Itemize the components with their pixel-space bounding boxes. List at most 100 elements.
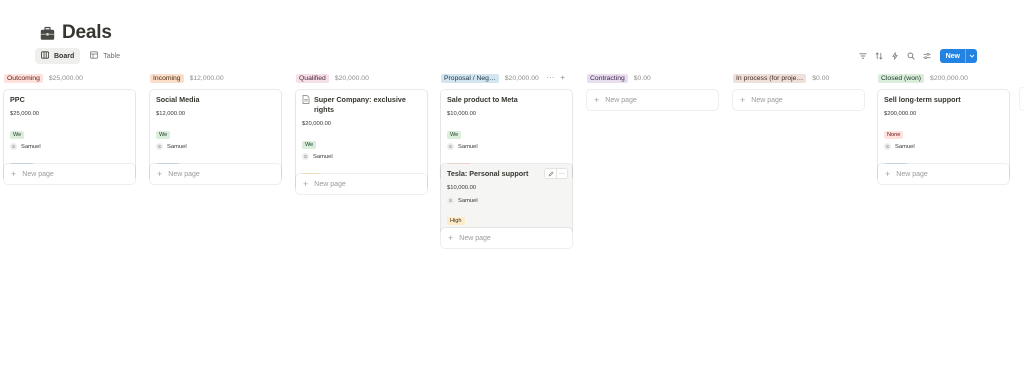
column-header[interactable]: In process (for proje… $0.00 bbox=[729, 70, 861, 86]
edit-icon[interactable] bbox=[545, 169, 556, 178]
plus-icon[interactable]: + bbox=[560, 73, 565, 82]
new-page-label: New page bbox=[751, 96, 783, 104]
team-tag: We bbox=[447, 131, 462, 139]
avatar: S bbox=[10, 143, 17, 150]
board-column: Contracting $0.00 + New page bbox=[583, 70, 718, 370]
column-status-tag: Outcoming bbox=[4, 73, 43, 83]
column-status-tag: Closed (won) bbox=[878, 73, 925, 83]
owner-name: Samuel bbox=[21, 143, 41, 150]
column-header[interactable]: Qualified $20,000.00 bbox=[292, 70, 424, 86]
board-column: Incoming $12,000.00 Social Media $12,000.00… bbox=[146, 70, 281, 370]
settings-icon[interactable] bbox=[922, 51, 932, 61]
avatar: S bbox=[884, 143, 891, 150]
card-owner: S Samuel bbox=[156, 143, 276, 150]
board-column: In process (for proje… $0.00 + New page bbox=[729, 70, 864, 370]
card-owner: S Samuel bbox=[884, 143, 1004, 150]
column-sum: $12,000.00 bbox=[189, 74, 224, 82]
board-column: Proposal / Neg… $20,000.00 ··· + Sale produc… bbox=[437, 70, 572, 370]
tab-board[interactable]: Board bbox=[35, 48, 81, 64]
card-amount: $200,000.00 bbox=[884, 111, 917, 117]
new-page-label: New page bbox=[896, 170, 928, 178]
card-amount: $10,000.00 bbox=[447, 185, 477, 191]
next-column-edge bbox=[1020, 88, 1024, 110]
new-page-button[interactable]: + New page bbox=[733, 90, 864, 110]
more-icon[interactable]: ··· bbox=[546, 73, 554, 82]
plus-icon: + bbox=[740, 94, 746, 105]
new-page-label: New page bbox=[605, 96, 637, 104]
plus-icon: + bbox=[303, 178, 309, 189]
card-amount: $20,000.00 bbox=[302, 121, 332, 127]
card-title-text: Super Company: exclusive rights bbox=[314, 95, 406, 114]
board-column: Closed (won) $200,000.00 Sell long-term su… bbox=[874, 70, 1009, 370]
team-tag: We bbox=[10, 131, 25, 139]
automation-icon[interactable] bbox=[890, 51, 900, 61]
table-icon bbox=[90, 51, 99, 61]
column-sum: $0.00 bbox=[812, 74, 830, 82]
column-status-tag: Incoming bbox=[150, 73, 184, 83]
new-page-button[interactable]: + New page bbox=[150, 164, 281, 184]
avatar: S bbox=[302, 153, 309, 160]
owner-name: Samuel bbox=[895, 143, 915, 150]
deal-card[interactable]: Tesla: Personal support $10,000.00 S Samuel… bbox=[441, 164, 572, 234]
card-owner: S Samuel bbox=[447, 197, 567, 204]
column-status-tag: In process (for proje… bbox=[733, 73, 807, 83]
sort-icon[interactable] bbox=[874, 51, 884, 61]
card-title-text: Social Media bbox=[156, 95, 200, 104]
avatar: S bbox=[447, 197, 454, 204]
card-title: PPC bbox=[10, 95, 130, 105]
plus-icon: + bbox=[885, 168, 891, 179]
page-title: Deals bbox=[62, 22, 112, 43]
column-header[interactable]: Outcoming $25,000.00 bbox=[0, 70, 132, 86]
column-status-tag: Qualified bbox=[296, 73, 329, 83]
board-column: Qualified $20,000.00 Super Company: exclus… bbox=[292, 70, 427, 370]
avatar: S bbox=[156, 143, 163, 150]
team-tag: None bbox=[884, 131, 904, 139]
new-page-button[interactable]: + New page bbox=[4, 164, 135, 184]
column-status-tag: Proposal / Neg… bbox=[441, 73, 499, 83]
owner-name: Samuel bbox=[458, 143, 478, 150]
card-title: Sell long-term support bbox=[884, 95, 1004, 105]
card-title-text: Tesla: Personal support bbox=[447, 169, 529, 178]
tab-table-label: Table bbox=[103, 52, 120, 60]
card-title-text: Sale product to Meta bbox=[447, 95, 518, 104]
owner-name: Samuel bbox=[167, 143, 187, 150]
plus-icon: + bbox=[594, 94, 600, 105]
card-title-text: Sell long-term support bbox=[884, 95, 961, 104]
new-page-button[interactable]: + New page bbox=[441, 228, 572, 248]
card-owner: S Samuel bbox=[10, 143, 130, 150]
plus-icon: + bbox=[157, 168, 163, 179]
chevron-down-icon[interactable] bbox=[965, 49, 977, 63]
tab-board-label: Board bbox=[54, 52, 75, 60]
briefcase-icon bbox=[40, 26, 55, 41]
new-page-label: New page bbox=[168, 170, 200, 178]
new-page-button[interactable]: + New page bbox=[878, 164, 1009, 184]
column-header[interactable]: Contracting $0.00 bbox=[583, 70, 715, 86]
column-header[interactable]: Closed (won) $200,000.00 bbox=[874, 70, 1006, 86]
more-icon[interactable]: ··· bbox=[556, 169, 567, 178]
new-page-button[interactable]: + New page bbox=[587, 90, 718, 110]
card-title: Super Company: exclusive rights bbox=[302, 95, 422, 115]
new-button-label: New bbox=[945, 52, 960, 60]
card-owner: S Samuel bbox=[302, 153, 422, 160]
column-header[interactable]: Proposal / Neg… $20,000.00 ··· + bbox=[437, 70, 569, 86]
card-hover-actions: ··· bbox=[544, 168, 568, 179]
plus-icon: + bbox=[448, 232, 454, 243]
column-sum: $20,000.00 bbox=[334, 74, 369, 82]
owner-name: Samuel bbox=[458, 197, 478, 204]
column-header[interactable]: Incoming $12,000.00 bbox=[146, 70, 278, 86]
search-icon[interactable] bbox=[906, 51, 916, 61]
column-sum: $25,000.00 bbox=[48, 74, 83, 82]
team-tag: We bbox=[302, 141, 317, 149]
filter-icon[interactable] bbox=[858, 51, 868, 61]
tab-table[interactable]: Table bbox=[84, 48, 126, 64]
new-page-label: New page bbox=[459, 234, 491, 242]
column-actions: ··· + bbox=[546, 73, 565, 82]
board-icon bbox=[41, 51, 49, 61]
new-page-label: New page bbox=[314, 180, 346, 188]
new-button[interactable]: New bbox=[939, 49, 977, 63]
new-page-button[interactable]: + New page bbox=[296, 174, 427, 194]
plus-icon: + bbox=[11, 168, 17, 179]
page-header: Deals bbox=[40, 22, 112, 44]
board-toolbar: New bbox=[858, 49, 977, 63]
card-amount: $12,000.00 bbox=[156, 111, 186, 117]
